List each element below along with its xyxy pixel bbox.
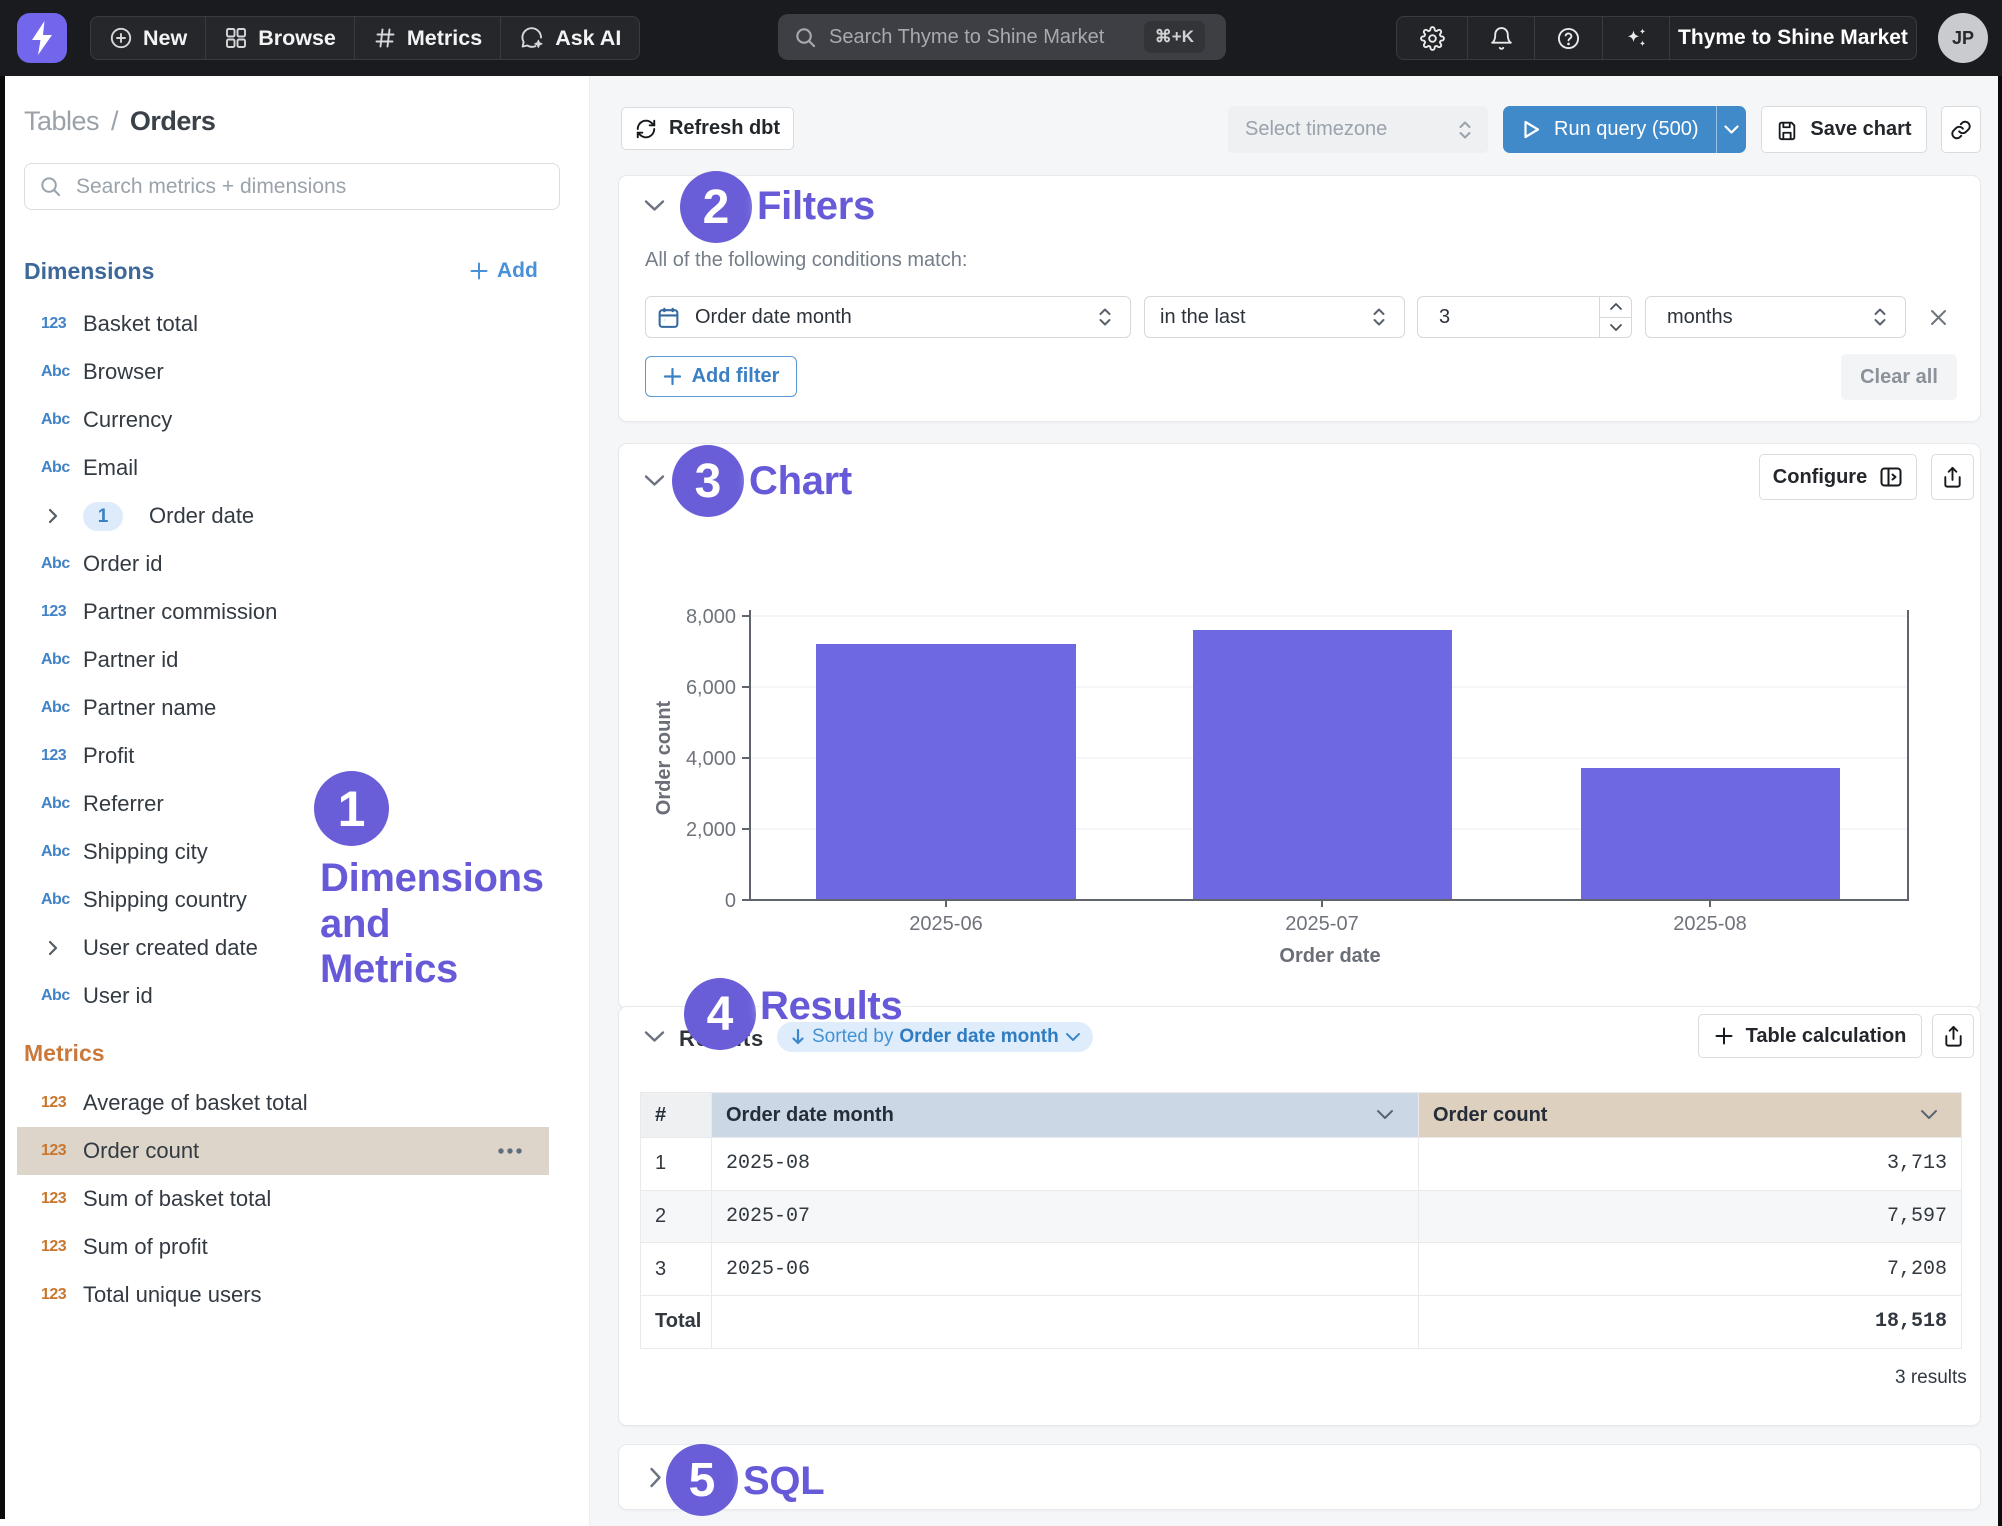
svg-text:2025-08: 2025-08 — [1673, 913, 1746, 935]
svg-text:2,000: 2,000 — [686, 819, 736, 841]
svg-text:2025-07: 2025-07 — [1285, 913, 1358, 935]
svg-text:0: 0 — [725, 890, 736, 912]
svg-text:Order date: Order date — [1279, 945, 1380, 967]
svg-text:4,000: 4,000 — [686, 748, 736, 770]
svg-text:6,000: 6,000 — [686, 677, 736, 699]
svg-text:Order count: Order count — [653, 700, 675, 815]
svg-text:8,000: 8,000 — [686, 606, 736, 628]
svg-text:2025-06: 2025-06 — [909, 913, 982, 935]
